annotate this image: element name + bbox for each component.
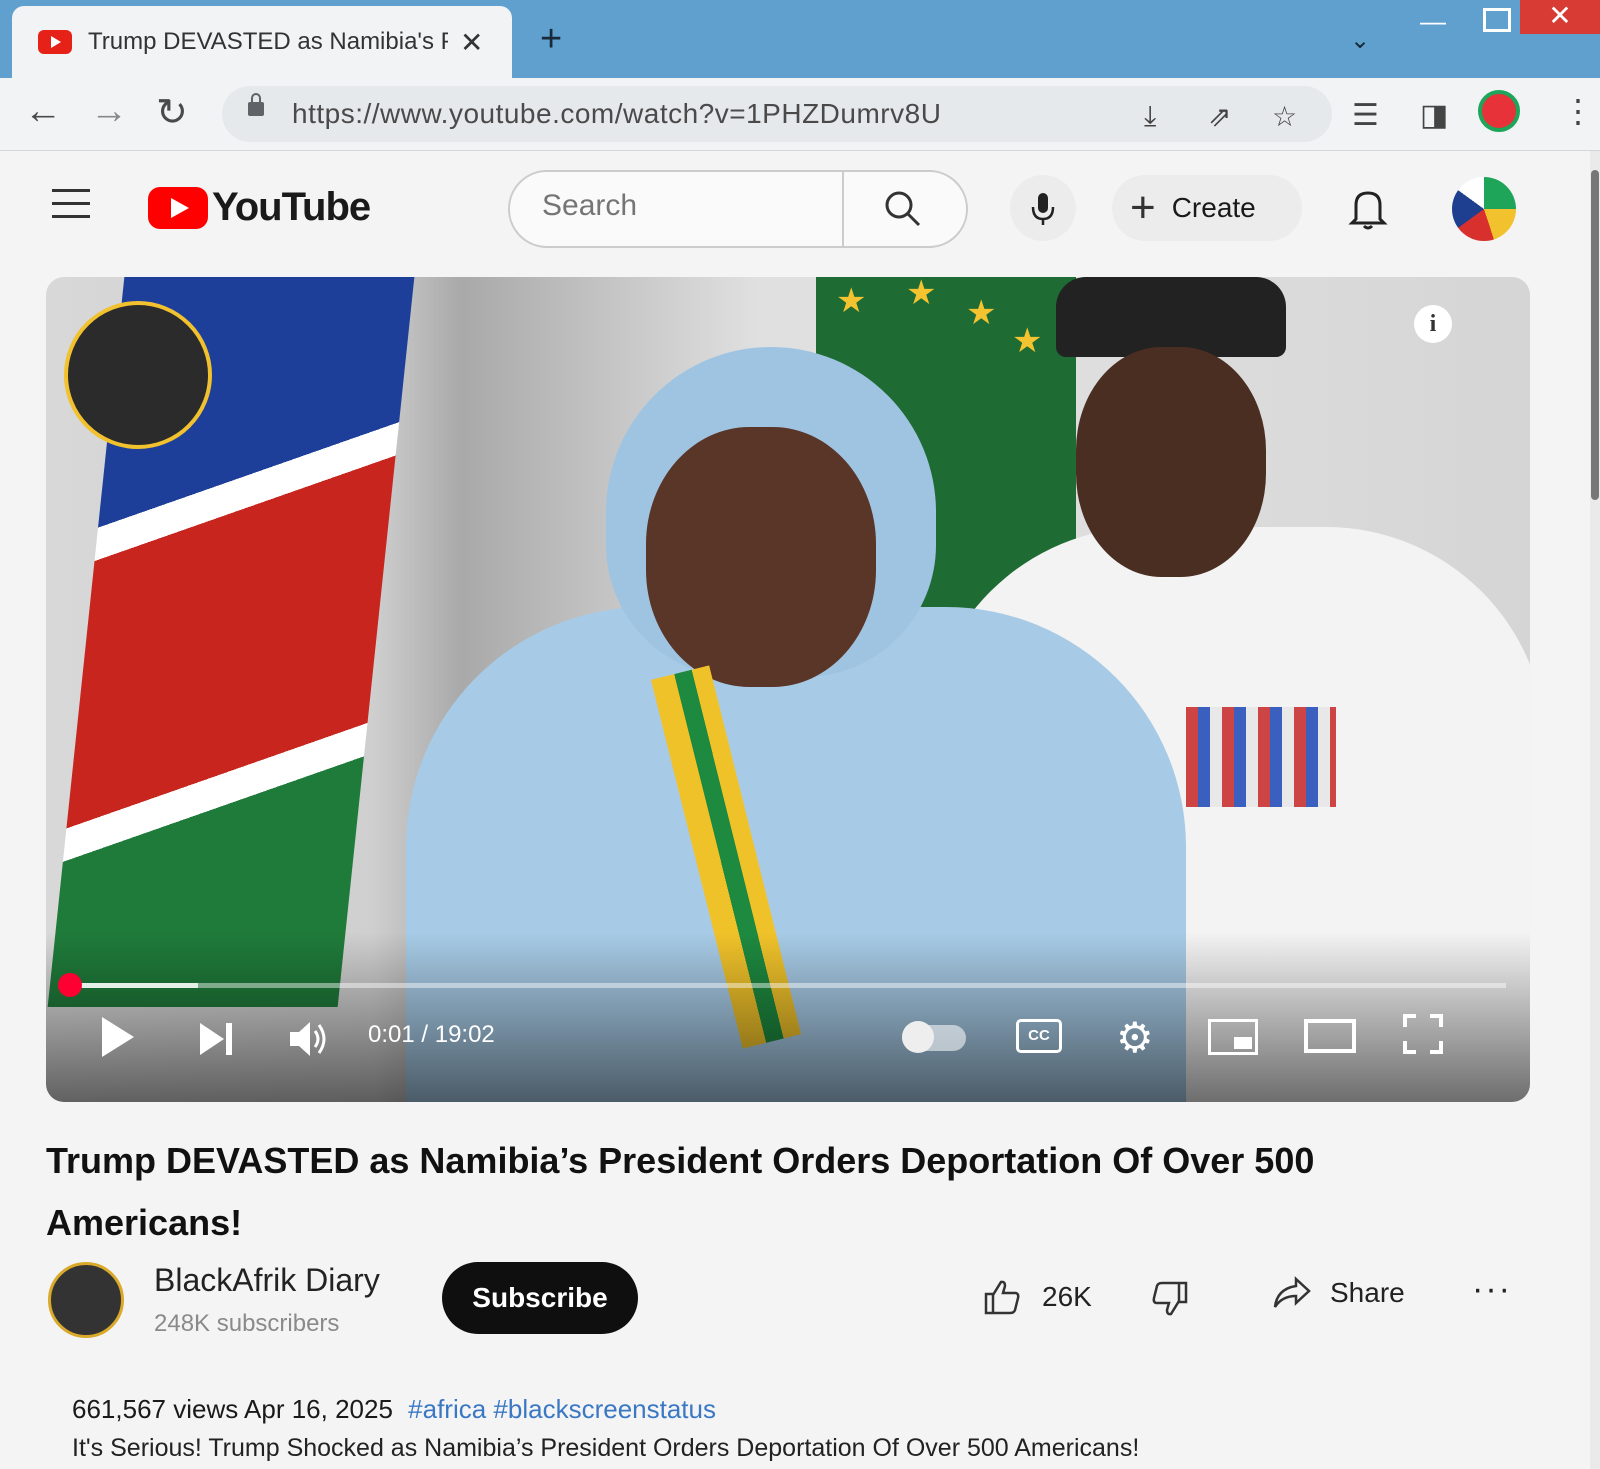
- like-count: 26K: [1042, 1281, 1092, 1312]
- reading-list-icon[interactable]: ☰: [1352, 98, 1379, 133]
- user-avatar[interactable]: [1452, 177, 1516, 241]
- officer-cap: [1056, 277, 1286, 357]
- more-actions-button[interactable]: ···: [1472, 1270, 1512, 1309]
- youtube-wordmark: YouTube: [212, 185, 371, 229]
- hamburger-menu-icon[interactable]: [52, 189, 90, 228]
- fullscreen-icon[interactable]: [1402, 1013, 1444, 1055]
- channel-watermark[interactable]: [64, 301, 212, 449]
- browser-tabstrip: Trump DEVASTED as Namibia's P ✕ + ⌄ — ✕: [0, 0, 1600, 78]
- progress-bar[interactable]: [70, 983, 1506, 988]
- youtube-favicon-icon: [38, 30, 72, 54]
- time-display: 0:01 / 19:02: [368, 1021, 495, 1048]
- play-icon[interactable]: [102, 1017, 134, 1057]
- volume-icon[interactable]: [286, 1017, 332, 1061]
- youtube-logo[interactable]: YouTube: [148, 185, 371, 230]
- voice-search-button[interactable]: [1010, 175, 1076, 241]
- share-page-icon[interactable]: ⇗: [1208, 100, 1231, 133]
- address-bar-row: ← → ↻ https://www.youtube.com/watch?v=1P…: [0, 78, 1600, 151]
- back-icon[interactable]: ←: [24, 90, 62, 133]
- create-label: Create: [1171, 192, 1256, 223]
- lock-icon[interactable]: [248, 93, 264, 116]
- reload-icon[interactable]: ↻: [156, 90, 188, 135]
- install-icon[interactable]: ⤓: [1144, 100, 1156, 133]
- tab-search-chevron-icon[interactable]: ⌄: [1350, 26, 1370, 55]
- like-button[interactable]: 26K: [982, 1278, 1092, 1316]
- thumbs-up-icon: [984, 1280, 1020, 1315]
- minimize-button[interactable]: —: [1420, 6, 1448, 36]
- president-face: [646, 427, 876, 687]
- video-player[interactable]: ★ ★ ★ ★ i 0:01 / 19:02 CC ⚙: [46, 277, 1530, 1102]
- search-bar: [508, 170, 968, 248]
- description-meta[interactable]: 661,567 views Apr 16, 2025 #africa #blac…: [72, 1394, 716, 1425]
- create-button[interactable]: + Create: [1112, 175, 1302, 241]
- maximize-button[interactable]: [1483, 8, 1511, 32]
- share-icon: [1273, 1276, 1311, 1308]
- browser-tab[interactable]: Trump DEVASTED as Namibia's P ✕: [12, 6, 512, 78]
- next-icon[interactable]: [196, 1019, 238, 1059]
- share-button[interactable]: Share: [1272, 1276, 1405, 1310]
- window-close-button[interactable]: ✕: [1520, 0, 1600, 34]
- plus-icon: +: [1130, 183, 1156, 232]
- officer-medals: [1186, 707, 1336, 807]
- search-divider: [842, 172, 844, 246]
- hashtags[interactable]: #africa #blackscreenstatus: [408, 1394, 716, 1424]
- captions-button[interactable]: CC: [1016, 1019, 1062, 1053]
- bell-icon[interactable]: [1348, 185, 1388, 231]
- theater-icon[interactable]: [1304, 1019, 1356, 1053]
- youtube-play-logo-icon: [148, 186, 208, 229]
- browser-profile-avatar[interactable]: [1478, 90, 1520, 132]
- subscriber-count: 248K subscribers: [154, 1310, 340, 1337]
- close-tab-icon[interactable]: ✕: [460, 26, 483, 59]
- thumbs-down-icon[interactable]: [1150, 1280, 1190, 1318]
- officer-face: [1076, 347, 1266, 577]
- search-input[interactable]: [540, 188, 844, 224]
- subscribe-button[interactable]: Subscribe: [442, 1262, 638, 1334]
- progress-buffered: [70, 983, 198, 988]
- controls-overlay: [46, 932, 1530, 1102]
- youtube-header: YouTube + Create: [0, 151, 1590, 269]
- star-icon[interactable]: ☆: [1272, 100, 1297, 133]
- upload-date: Apr 16, 2025: [244, 1394, 393, 1424]
- miniplayer-icon[interactable]: [1208, 1019, 1258, 1055]
- url-text[interactable]: https://www.youtube.com/watch?v=1PHZDumr…: [292, 98, 941, 130]
- tab-title: Trump DEVASTED as Namibia's P: [88, 28, 448, 55]
- mic-icon: [1031, 193, 1055, 225]
- settings-icon[interactable]: ⚙: [1116, 1013, 1154, 1062]
- info-icon[interactable]: i: [1414, 305, 1452, 343]
- video-title: Trump DEVASTED as Namibia’s President Or…: [46, 1140, 1315, 1243]
- side-panel-icon[interactable]: ◨: [1420, 98, 1448, 133]
- autoplay-knob[interactable]: [902, 1021, 934, 1053]
- progress-scrubber[interactable]: [58, 973, 82, 997]
- share-label: Share: [1330, 1277, 1405, 1308]
- channel-avatar[interactable]: [48, 1262, 124, 1338]
- new-tab-button[interactable]: +: [540, 18, 562, 61]
- channel-name[interactable]: BlackAfrik Diary: [154, 1262, 380, 1299]
- forward-icon[interactable]: →: [90, 90, 128, 133]
- scrollbar-thumb[interactable]: [1591, 170, 1599, 500]
- omnibox[interactable]: https://www.youtube.com/watch?v=1PHZDumr…: [222, 86, 1332, 142]
- menu-icon[interactable]: ⋮: [1562, 92, 1594, 130]
- search-icon[interactable]: [882, 188, 922, 228]
- view-count: 661,567 views: [72, 1394, 239, 1424]
- description-text: It's Serious! Trump Shocked as Namibia’s…: [72, 1434, 1140, 1462]
